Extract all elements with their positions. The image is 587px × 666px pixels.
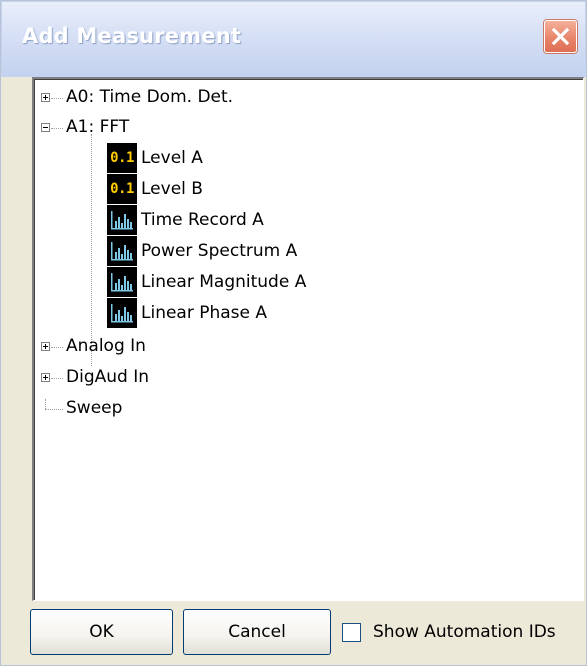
tree-node-analog-in[interactable]: Analog In	[66, 333, 146, 359]
graph-icon	[107, 298, 137, 328]
tree-connector	[51, 347, 63, 348]
dialog-title: Add Measurement	[22, 24, 242, 48]
tree-node-a0[interactable]: A0: Time Dom. Det.	[66, 84, 233, 110]
tree-connector	[45, 399, 46, 409]
graph-icon	[107, 267, 137, 297]
tree-node-time-record-a[interactable]: Time Record A	[141, 207, 264, 233]
cancel-button[interactable]: Cancel	[183, 609, 331, 655]
graph-icon	[107, 205, 137, 235]
show-automation-ids-checkbox[interactable]	[342, 623, 361, 642]
tree-connector	[51, 378, 63, 379]
add-measurement-dialog: Add Measurement A0: Time Dom. Det. A1: F…	[0, 0, 587, 666]
tree-connector	[51, 98, 63, 99]
ok-button[interactable]: OK	[30, 609, 173, 655]
tree-connector	[91, 134, 92, 366]
graph-icon	[107, 236, 137, 266]
expand-icon[interactable]	[41, 373, 50, 382]
tree-node-a1-fft[interactable]: A1: FFT	[66, 114, 129, 140]
tree-node-sweep[interactable]: Sweep	[66, 395, 122, 421]
collapse-icon[interactable]	[41, 123, 50, 132]
tree-node-linear-phase-a[interactable]: Linear Phase A	[141, 300, 267, 326]
level-readout-icon: 0.1	[107, 143, 137, 173]
title-bar[interactable]: Add Measurement	[1, 1, 586, 77]
level-readout-icon: 0.1	[107, 174, 137, 204]
tree-node-power-spectrum-a[interactable]: Power Spectrum A	[141, 238, 297, 264]
measurement-tree[interactable]: A0: Time Dom. Det. A1: FFT 0.1 Level A 0…	[32, 77, 584, 601]
tree-node-level-a[interactable]: Level A	[141, 145, 203, 171]
expand-icon[interactable]	[41, 93, 50, 102]
tree-node-linear-magnitude-a[interactable]: Linear Magnitude A	[141, 269, 306, 295]
tree-connector	[51, 128, 63, 129]
tree-node-digaud-in[interactable]: DigAud In	[66, 364, 149, 390]
tree-node-level-b[interactable]: Level B	[141, 176, 203, 202]
expand-icon[interactable]	[41, 342, 50, 351]
show-automation-ids-label[interactable]: Show Automation IDs	[373, 621, 556, 643]
close-icon	[551, 27, 570, 46]
close-button[interactable]	[544, 20, 577, 53]
tree-connector	[45, 409, 63, 410]
